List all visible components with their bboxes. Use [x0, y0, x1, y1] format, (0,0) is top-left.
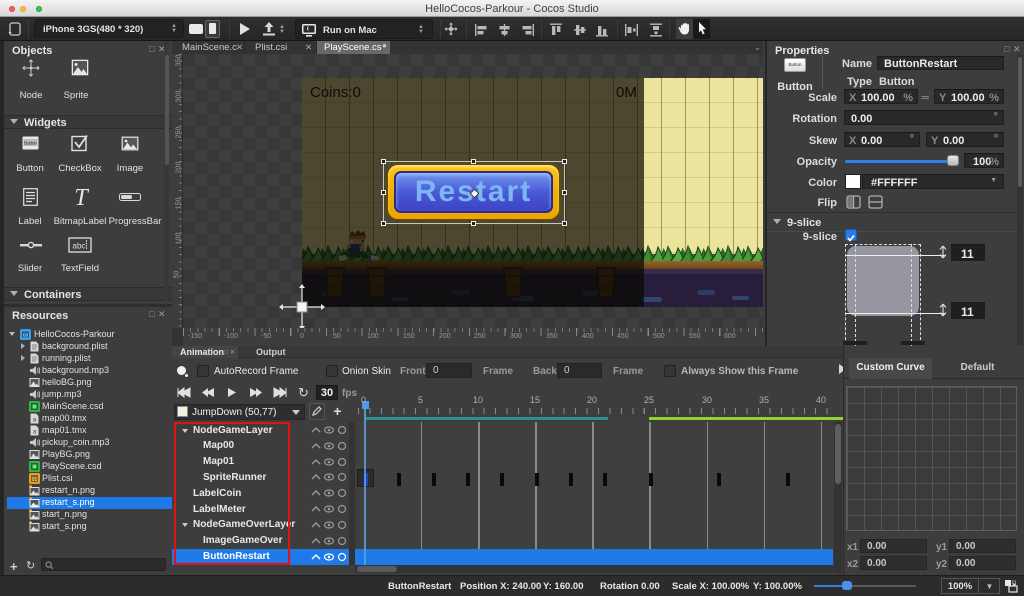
svg-text:co: co: [23, 333, 29, 339]
svg-text:01: 01: [32, 477, 38, 483]
svg-text:Button: Button: [24, 141, 37, 146]
svg-text:abc: abc: [73, 241, 86, 250]
